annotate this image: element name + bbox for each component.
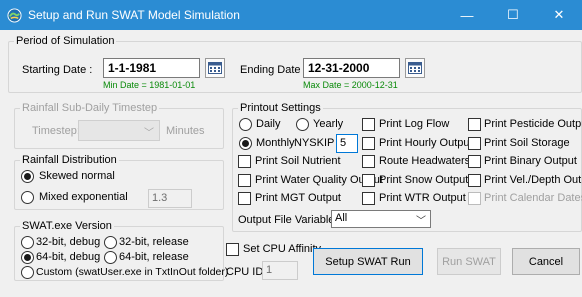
route-headwaters-label: Route Headwaters [379,155,471,167]
starting-date-label: Starting Date : [22,64,93,76]
setup-swat-run-label: Setup SWAT Run [325,255,411,268]
swat-app-icon [7,8,22,23]
calendar-icon [408,62,422,74]
64bit-release-radio[interactable] [104,251,117,264]
end-calendar-button[interactable] [405,58,425,78]
minutes-label: Minutes [166,125,205,137]
print-pesticide-label: Print Pesticide Output [484,118,582,130]
daily-radio[interactable] [239,118,252,131]
printout-legend: Printout Settings [238,102,323,114]
print-wtr-label: Print WTR Output [379,192,466,204]
exponent-input[interactable]: 1.3 [148,189,192,208]
calendar-icon [208,62,222,74]
64bit-release-label: 64-bit, release [119,251,189,263]
print-soil-storage-checkbox[interactable] [468,137,481,150]
print-mgt-checkbox[interactable] [238,192,251,205]
close-icon: ✕ [553,7,565,22]
ending-date-input[interactable]: 12-31-2000 [303,58,400,78]
close-button[interactable]: ✕ [536,0,582,30]
title-bar: Setup and Run SWAT Model Simulation — ☐ … [0,0,582,30]
set-cpu-affinity-checkbox[interactable] [226,243,239,256]
skewed-normal-radio[interactable] [21,170,34,183]
swat-version-legend: SWAT.exe Version [20,220,114,232]
print-wtr-checkbox[interactable] [362,192,375,205]
64bit-debug-radio[interactable] [21,251,34,264]
print-vel-depth-label: Print Vel./Depth Output [484,174,582,186]
mixed-exponential-radio[interactable] [21,191,34,204]
rainfall-distribution-legend: Rainfall Distribution [20,154,119,166]
yearly-label: Yearly [313,118,344,130]
print-binary-checkbox[interactable] [468,155,481,168]
32bit-release-radio[interactable] [104,236,117,249]
print-log-flow-label: Print Log Flow [379,118,450,130]
timestep-label: Timestep: [32,125,80,137]
64bit-debug-label: 64-bit, debug [36,251,101,263]
yearly-radio[interactable] [296,118,309,131]
setup-swat-run-button[interactable]: Setup SWAT Run [313,248,423,275]
cancel-label: Cancel [528,255,564,268]
chevron-down-icon: ﹀ [144,128,154,139]
print-hourly-checkbox[interactable] [362,137,375,150]
route-headwaters-checkbox[interactable] [362,155,375,168]
monthly-label: Monthly [256,137,295,149]
monthly-radio[interactable] [239,137,252,150]
print-mgt-label: Print MGT Output [255,192,341,204]
custom-radio[interactable] [21,266,34,279]
output-vars-label: Output File Variables: [238,214,343,226]
timestep-select[interactable]: ﹀ [78,120,160,141]
output-vars-value: All [335,212,348,224]
rainfall-timestep-legend: Rainfall Sub-Daily Timestep [20,102,160,114]
print-snow-checkbox[interactable] [362,174,375,187]
print-vel-depth-checkbox[interactable] [468,174,481,187]
cancel-button[interactable]: Cancel [512,248,580,275]
window-title: Setup and Run SWAT Model Simulation [28,8,240,22]
run-swat-button[interactable]: Run SWAT [437,248,501,275]
min-date-hint: Min Date = 1981-01-01 [103,80,196,90]
nyskip-label: NYSKIP : [294,137,341,149]
maximize-button[interactable]: ☐ [490,0,536,30]
run-swat-label: Run SWAT [442,255,496,268]
daily-label: Daily [256,118,281,130]
starting-date-input[interactable]: 1-1-1981 [103,58,200,78]
print-calendar-dates-label: Print Calendar Dates [484,192,582,204]
ending-date-label: Ending Date : [240,64,307,76]
chevron-down-icon: ﹀ [416,216,426,227]
32bit-release-label: 32-bit, release [119,236,189,248]
print-soil-nutrient-label: Print Soil Nutrient [255,155,341,167]
print-log-flow-checkbox[interactable] [362,118,375,131]
32bit-debug-radio[interactable] [21,236,34,249]
minimize-icon: — [460,7,474,23]
print-snow-label: Print Snow Output [379,174,469,186]
print-soil-nutrient-checkbox[interactable] [238,155,251,168]
start-calendar-button[interactable] [205,58,225,78]
print-calendar-dates-checkbox[interactable] [468,192,481,205]
minimize-button[interactable]: — [444,0,490,30]
print-water-quality-checkbox[interactable] [238,174,251,187]
max-date-hint: Max Date = 2000-12-31 [303,80,398,90]
print-hourly-label: Print Hourly Output [379,137,473,149]
maximize-icon: ☐ [507,7,519,22]
skewed-normal-label: Skewed normal [39,170,115,182]
mixed-exponential-label: Mixed exponential [39,191,128,203]
nyskip-input[interactable]: 5 [336,134,358,153]
period-legend: Period of Simulation [14,35,117,47]
32bit-debug-label: 32-bit, debug [36,236,101,248]
cpu-id-input[interactable]: 1 [262,261,298,280]
cpu-id-label: CPU ID: [226,266,267,278]
print-binary-label: Print Binary Output [484,155,577,167]
print-pesticide-checkbox[interactable] [468,118,481,131]
set-cpu-affinity-label: Set CPU Affinity [243,243,322,255]
custom-label: Custom (swatUser.exe in TxtInOut folder) [36,266,229,278]
print-soil-storage-label: Print Soil Storage [484,137,570,149]
output-vars-select[interactable]: All ﹀ [331,210,431,228]
